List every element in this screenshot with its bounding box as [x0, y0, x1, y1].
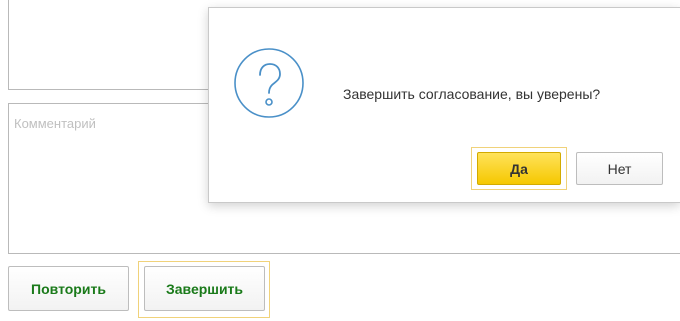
approval-form: Комментарий Повторить Завершить Завершит…: [0, 0, 680, 321]
finish-button[interactable]: Завершить: [144, 266, 265, 311]
dialog-message: Завершить согласование, вы уверены?: [343, 86, 601, 102]
comment-placeholder: Комментарий: [14, 116, 96, 131]
no-button[interactable]: Нет: [576, 152, 663, 185]
yes-button[interactable]: Да: [477, 152, 561, 185]
repeat-button[interactable]: Повторить: [8, 266, 129, 311]
question-icon: [234, 48, 304, 118]
